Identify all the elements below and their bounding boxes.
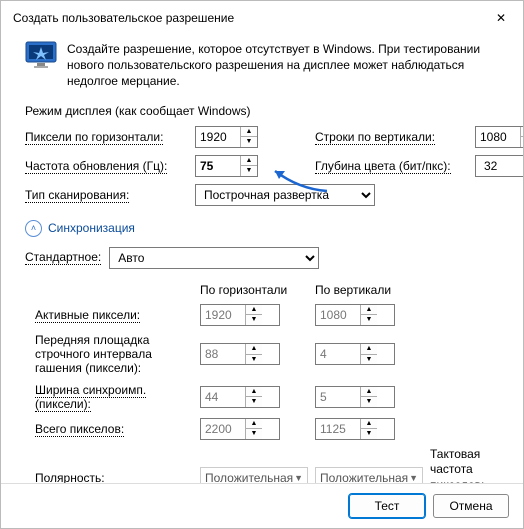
refresh-input[interactable]: ▲▼ (195, 155, 258, 177)
porch-h-input[interactable]: ▲▼ (200, 343, 280, 365)
display-mode-label: Режим дисплея (как сообщает Windows) (25, 104, 507, 118)
active-v-input[interactable]: ▲▼ (315, 304, 395, 326)
monitor-icon (25, 41, 57, 69)
vlines-input[interactable]: ▲▼ (475, 126, 523, 148)
polarity-h-select[interactable]: Положительная▼ (200, 467, 308, 483)
standard-select[interactable]: Авто (109, 247, 319, 269)
total-v-input[interactable]: ▲▼ (315, 418, 395, 440)
col-vertical: По вертикали (315, 283, 430, 297)
hpixels-input[interactable]: ▲▼ (195, 126, 258, 148)
totalpx-label: Всего пикселов: (35, 422, 124, 437)
test-button[interactable]: Тест (349, 494, 425, 518)
col-horizontal: По горизонтали (200, 283, 315, 297)
porch-label: Передняя площадка строчного интервала га… (35, 333, 152, 376)
hpixels-label: Пиксели по горизонтали: (25, 130, 163, 145)
refresh-label: Частота обновления (Гц): (25, 159, 167, 174)
polarity-v-select[interactable]: Положительная▼ (315, 467, 423, 483)
pixelclock-label: Тактовая частота пикселов: (430, 447, 520, 483)
syncw-v-input[interactable]: ▲▼ (315, 386, 395, 408)
spin-up-icon[interactable]: ▲ (241, 127, 257, 138)
intro-text: Создайте разрешение, которое отсутствует… (67, 41, 507, 90)
close-icon: ✕ (496, 11, 506, 25)
vlines-label: Строки по вертикали: (315, 130, 435, 145)
scantype-label: Тип сканирования: (25, 188, 129, 203)
colordepth-label: Глубина цвета (бит/пкс): (315, 159, 451, 174)
window-title: Создать пользовательское разрешение (13, 11, 234, 25)
porch-v-input[interactable]: ▲▼ (315, 343, 395, 365)
syncw-h-input[interactable]: ▲▼ (200, 386, 280, 408)
active-px-label: Активные пиксели: (35, 308, 140, 323)
chevron-up-icon[interactable]: ˄ (25, 220, 42, 237)
cancel-button[interactable]: Отмена (433, 494, 509, 518)
active-h-input[interactable]: ▲▼ (200, 304, 280, 326)
standard-label: Стандартное: (25, 250, 101, 265)
close-button[interactable]: ✕ (487, 7, 515, 29)
sync-header: Синхронизация (48, 221, 135, 235)
polarity-label: Полярность: (35, 471, 105, 483)
scantype-select[interactable]: Построчная развертка (195, 184, 375, 206)
total-h-input[interactable]: ▲▼ (200, 418, 280, 440)
syncwidth-label: Ширина синхроимп. (пиксели): (35, 383, 146, 412)
spin-down-icon[interactable]: ▼ (241, 137, 257, 147)
caret-down-icon: ▼ (294, 473, 303, 483)
colordepth-select[interactable]: 32 (475, 155, 523, 177)
caret-down-icon: ▼ (409, 473, 418, 483)
